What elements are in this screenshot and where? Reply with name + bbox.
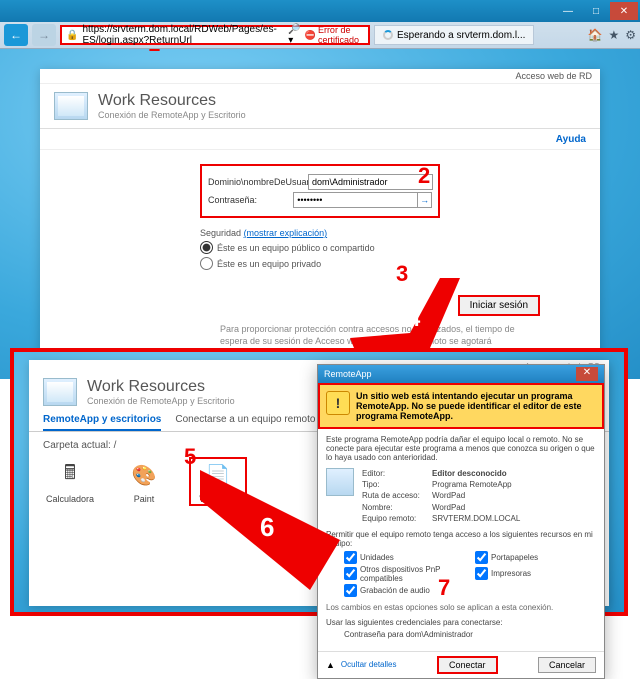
private-radio[interactable] (200, 257, 213, 270)
page-subtitle: Conexión de RemoteApp y Escritorio (98, 110, 246, 120)
certificate-error[interactable]: ⛔ Error de certificado (305, 25, 364, 45)
loading-spinner-icon (383, 30, 393, 40)
connect-button[interactable]: Conectar (437, 656, 498, 674)
tab-connect-remote[interactable]: Conectarse a un equipo remoto (175, 410, 315, 431)
app-paint[interactable]: 🎨 Paint (117, 459, 171, 504)
callout-2: 2 (418, 163, 430, 189)
callout-6: 6 (260, 512, 274, 543)
window-title-bar: — □ ✕ (0, 0, 640, 22)
password-input[interactable] (293, 192, 418, 208)
hide-details-link[interactable]: Ocultar detalles (341, 660, 397, 669)
credentials-header: Usar las siguientes credenciales para co… (326, 618, 596, 627)
public-label: Éste es un equipo público o compartido (217, 243, 375, 253)
remoteapp-dialog: RemoteApp ✕ ! Un sitio web está intentan… (317, 364, 605, 679)
tab-title: Esperando a srvterm.dom.l... (397, 30, 525, 41)
work-resources-logo-icon (54, 92, 88, 120)
public-radio[interactable] (200, 241, 213, 254)
ruta-value: WordPad (432, 490, 465, 501)
app-calculadora[interactable]: 🖩 Calculadora (43, 459, 97, 504)
dialog-description: Este programa RemoteApp podría dañar el … (326, 435, 596, 462)
private-label: Éste es un equipo privado (217, 259, 321, 269)
ruta-label: Ruta de acceso: (362, 490, 432, 501)
credentials-box: Dominio\nombreDeUsuario: Contraseña: → (200, 164, 440, 218)
username-label: Dominio\nombreDeUsuario: (208, 177, 308, 187)
password-label: Contraseña: (208, 195, 293, 205)
url-text: https://srvterm.dom.local/RDWeb/Pages/es… (82, 24, 284, 46)
app-label: Calculadora (46, 494, 94, 504)
lock-icon: 🔒 (66, 30, 78, 41)
tab-remoteapp[interactable]: RemoteApp y escritorios (43, 410, 161, 431)
dialog-title: RemoteApp (324, 369, 372, 379)
tipo-label: Tipo: (362, 479, 432, 490)
warning-text: Un sitio web está intentando ejecutar un… (356, 391, 582, 421)
browser-tab[interactable]: Esperando a srvterm.dom.l... (374, 25, 534, 45)
callout-4: 4 (408, 306, 420, 332)
calculator-icon: 🖩 (54, 459, 86, 491)
check-portapapeles[interactable]: Portapapeles (475, 551, 596, 564)
favorites-icon[interactable]: ★ (608, 28, 619, 42)
callout-5: 5 (184, 444, 196, 470)
callout-1: 1 (148, 49, 160, 57)
home-icon[interactable]: 🏠 (588, 28, 603, 42)
dialog-close-button[interactable]: ✕ (576, 367, 598, 381)
nombre-value: WordPad (432, 502, 465, 513)
work-resources-logo-icon-2 (43, 378, 77, 406)
permissions-note: Los cambios en estas opciones solo se ap… (326, 603, 596, 612)
collapse-icon[interactable]: ▲ (326, 660, 335, 670)
rd-web-access-link[interactable]: Acceso web de RD (515, 71, 592, 81)
app-label: Paint (134, 494, 155, 504)
nombre-label: Nombre: (362, 502, 432, 513)
back-button[interactable]: ← (4, 24, 28, 46)
editor-value: Editor desconocido (432, 468, 507, 479)
maximize-button[interactable]: □ (582, 2, 610, 20)
security-explain-link[interactable]: (mostrar explicación) (244, 228, 328, 238)
search-dropdown-icon[interactable]: 🔎▾ (288, 24, 300, 46)
paint-icon: 🎨 (128, 459, 160, 491)
page-subtitle-2: Conexión de RemoteApp y Escritorio (87, 396, 235, 406)
tipo-value: Programa RemoteApp (432, 479, 512, 490)
forward-button[interactable]: → (32, 24, 56, 46)
cancel-button[interactable]: Cancelar (538, 657, 596, 673)
security-label: Seguridad (200, 228, 241, 238)
check-impresoras[interactable]: Impresoras (475, 565, 596, 583)
page-title-2: Work Resources (87, 378, 235, 396)
page-title: Work Resources (98, 92, 246, 110)
check-unidades[interactable]: Unidades (344, 551, 465, 564)
editor-label: Editor: (362, 468, 432, 479)
close-button[interactable]: ✕ (610, 2, 638, 20)
equipo-value: SRVTERM.DOM.LOCAL (432, 513, 520, 524)
reveal-password-icon[interactable]: → (418, 192, 432, 208)
help-link[interactable]: Ayuda (556, 134, 586, 145)
permissions-header: Permitir que el equipo remoto tenga acce… (326, 530, 596, 548)
minimize-button[interactable]: — (554, 2, 582, 20)
equipo-label: Equipo remoto: (362, 513, 432, 524)
warning-icon: ! (326, 391, 350, 415)
callout-7: 7 (438, 575, 450, 601)
tools-icon[interactable]: ⚙ (625, 28, 636, 42)
username-input[interactable] (308, 174, 433, 190)
credentials-value: Contraseña para dom\Administrador (326, 630, 596, 639)
address-bar[interactable]: 🔒 https://srvterm.dom.local/RDWeb/Pages/… (60, 25, 370, 45)
